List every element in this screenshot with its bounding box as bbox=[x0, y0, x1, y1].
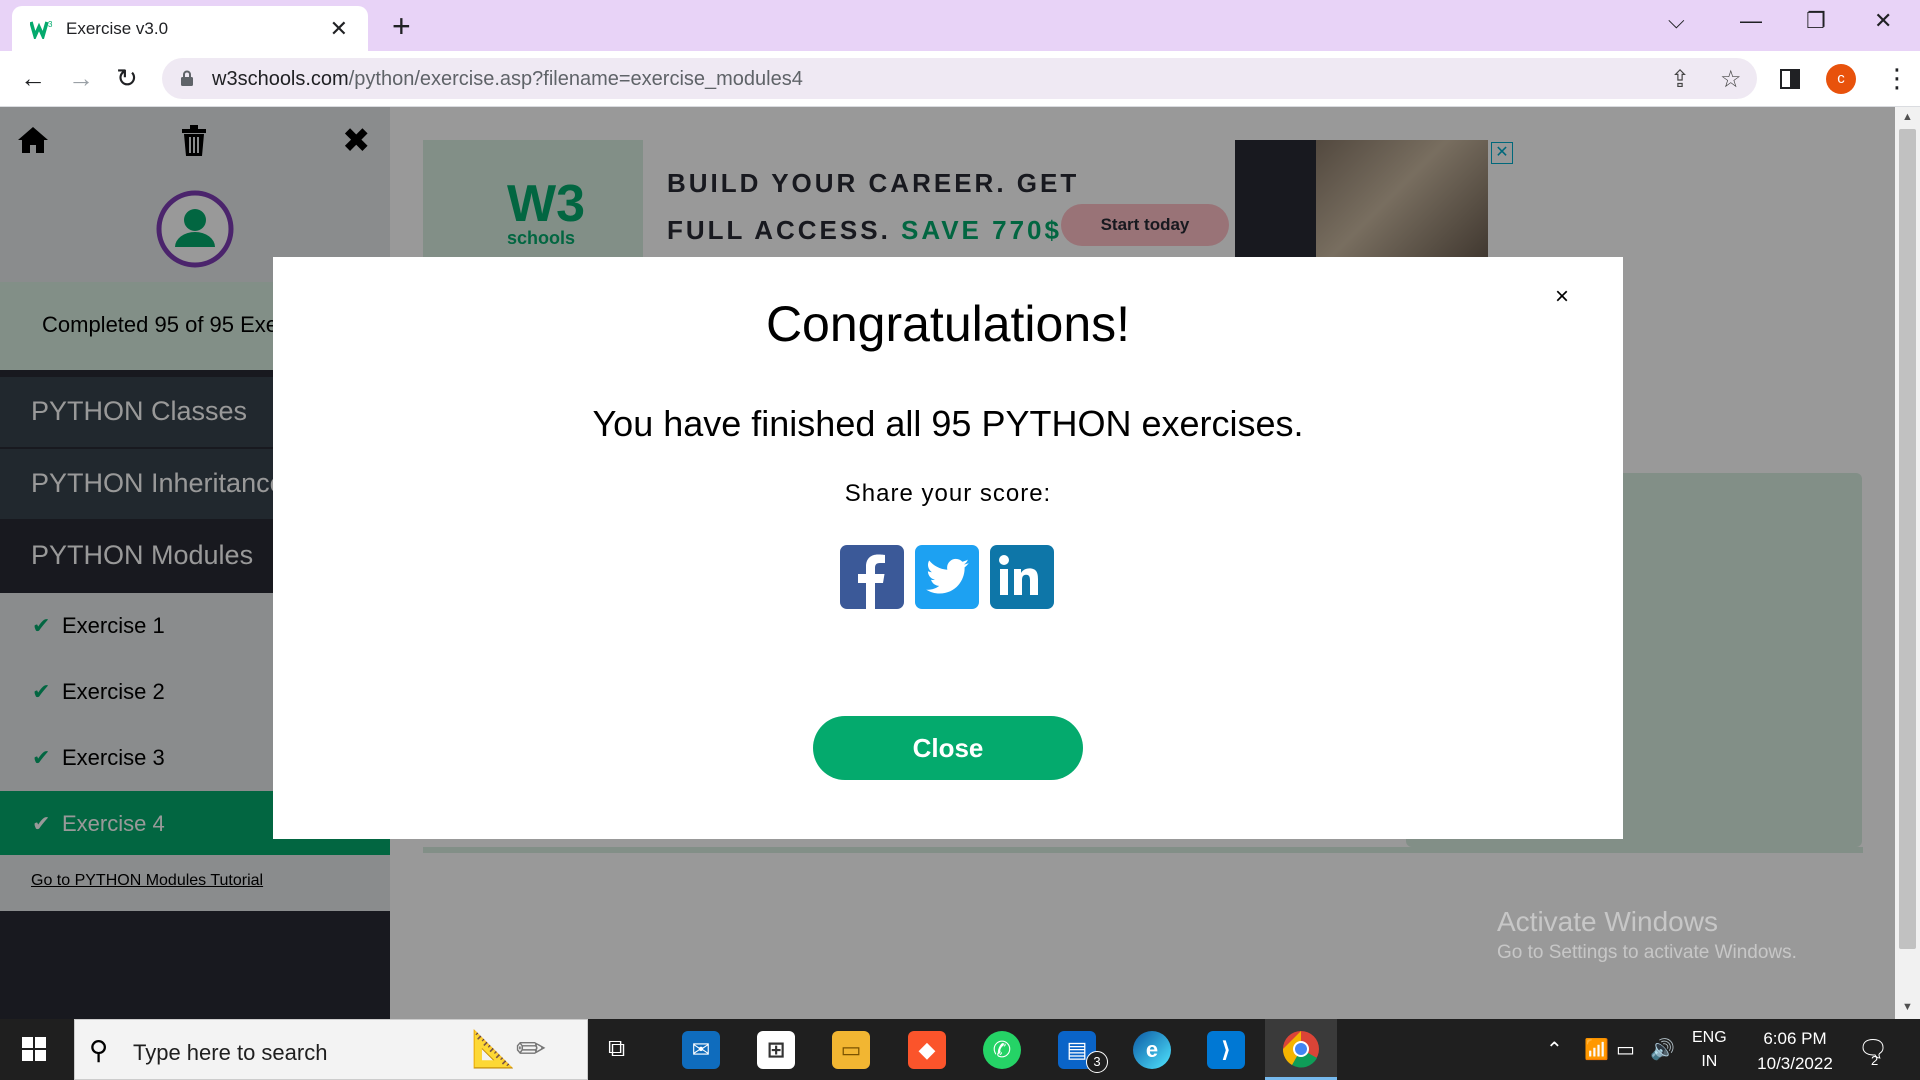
window-close-icon[interactable]: ✕ bbox=[1874, 8, 1892, 34]
scroll-down-icon[interactable]: ▼ bbox=[1902, 1001, 1913, 1013]
clock-date: 10/3/2022 bbox=[1757, 1054, 1833, 1073]
share-page-icon[interactable]: ⇪ bbox=[1670, 65, 1690, 94]
url-text[interactable]: w3schools.com/python/exercise.asp?filena… bbox=[212, 68, 803, 91]
wifi-icon[interactable]: 📶 bbox=[1584, 1037, 1609, 1062]
svg-text:3: 3 bbox=[48, 20, 53, 29]
scrollbar-thumb[interactable] bbox=[1899, 129, 1916, 949]
language-code: ENG bbox=[1692, 1029, 1727, 1046]
restore-icon[interactable]: ❐ bbox=[1806, 8, 1826, 34]
reload-icon[interactable]: ↻ bbox=[116, 63, 138, 94]
chrome-icon bbox=[1282, 1031, 1319, 1068]
whatsapp-icon[interactable]: ✆ bbox=[983, 1031, 1021, 1069]
side-panel-icon[interactable] bbox=[1779, 68, 1801, 90]
file-explorer-icon[interactable]: ▭ bbox=[832, 1031, 870, 1069]
watermark-title: Activate Windows bbox=[1497, 906, 1718, 937]
edge-browser-icon[interactable]: e bbox=[1133, 1031, 1171, 1069]
tab-close-icon[interactable]: ✕ bbox=[330, 16, 348, 42]
chrome-taskbar-active[interactable] bbox=[1265, 1019, 1337, 1080]
app-count-badge: 3 bbox=[1086, 1051, 1108, 1073]
tab-title: Exercise v3.0 bbox=[66, 19, 169, 38]
browser-tab-strip: 3 Exercise v3.0 ✕ + ⌵ — ❐ ✕ bbox=[0, 0, 1920, 51]
url-path: /python/exercise.asp?filename=exercise_m… bbox=[348, 68, 803, 90]
facebook-icon bbox=[858, 554, 885, 609]
show-hidden-icons-chevron-icon[interactable]: ⌃ bbox=[1546, 1037, 1563, 1062]
notification-count: 2 bbox=[1871, 1053, 1879, 1068]
twitter-share-button[interactable] bbox=[915, 545, 979, 609]
browser-menu-icon[interactable]: ⋮ bbox=[1884, 63, 1910, 94]
vscode-icon[interactable]: ⟩ bbox=[1207, 1031, 1245, 1069]
address-toolbar: ← → ↻ w3schools.com/python/exercise.asp?… bbox=[0, 51, 1920, 107]
congratulations-modal: × Congratulations! You have finished all… bbox=[273, 257, 1623, 839]
region-code: IN bbox=[1701, 1053, 1718, 1070]
twitter-icon bbox=[926, 558, 969, 594]
lock-icon bbox=[181, 70, 193, 86]
address-bar[interactable]: w3schools.com/python/exercise.asp?filena… bbox=[162, 58, 1757, 99]
system-clock[interactable]: 6:06 PM 10/3/2022 bbox=[1745, 1026, 1845, 1076]
search-icon: ⚲ bbox=[89, 1035, 109, 1065]
brave-browser-icon[interactable]: ◆ bbox=[908, 1031, 946, 1069]
browser-tab[interactable]: 3 Exercise v3.0 ✕ bbox=[12, 6, 368, 51]
clock-time: 6:06 PM bbox=[1763, 1029, 1827, 1048]
taskbar-search-box[interactable]: ⚲ Type here to search 📐✏ bbox=[74, 1019, 588, 1080]
tab-search-chevron-icon[interactable]: ⌵ bbox=[1668, 8, 1685, 34]
volume-icon[interactable]: 🔊 bbox=[1650, 1037, 1675, 1062]
facebook-share-button[interactable] bbox=[840, 545, 904, 609]
search-highlight-art-icon: 📐✏ bbox=[471, 1028, 546, 1069]
modal-title: Congratulations! bbox=[765, 296, 1131, 352]
search-placeholder: Type here to search bbox=[133, 1040, 328, 1065]
share-label: Share your score: bbox=[844, 480, 1052, 507]
activate-windows-watermark: Activate Windows Go to Settings to activ… bbox=[1497, 906, 1797, 964]
windows-start-icon[interactable] bbox=[22, 1037, 46, 1061]
new-tab-icon[interactable]: + bbox=[392, 8, 411, 45]
forward-icon[interactable]: → bbox=[68, 63, 94, 94]
close-button[interactable]: Close bbox=[813, 716, 1083, 780]
w3schools-favicon-icon: 3 bbox=[30, 20, 53, 39]
mail-app-icon[interactable]: ✉ bbox=[682, 1031, 720, 1069]
battery-icon[interactable]: ▭ bbox=[1616, 1037, 1635, 1062]
url-domain: w3schools.com bbox=[212, 68, 349, 90]
linkedin-share-button[interactable] bbox=[990, 545, 1054, 609]
back-icon[interactable]: ← bbox=[20, 63, 46, 94]
modal-message: You have finished all 95 PYTHON exercise… bbox=[592, 403, 1304, 444]
bookmark-star-icon[interactable]: ☆ bbox=[1720, 65, 1742, 94]
linkedin-icon bbox=[999, 555, 1038, 595]
minimize-icon[interactable]: — bbox=[1740, 8, 1762, 34]
windows-taskbar: ⚲ Type here to search 📐✏ ⧉ ✉ ⊞ ▭ ◆ ✆ ▤ 3… bbox=[0, 1019, 1920, 1080]
profile-avatar[interactable]: c bbox=[1826, 64, 1856, 94]
task-view-icon[interactable]: ⧉ bbox=[608, 1035, 625, 1063]
scroll-up-icon[interactable]: ▲ bbox=[1902, 111, 1913, 123]
language-indicator[interactable]: ENG IN bbox=[1692, 1026, 1727, 1074]
watermark-subtitle: Go to Settings to activate Windows. bbox=[1497, 942, 1797, 963]
microsoft-store-icon[interactable]: ⊞ bbox=[757, 1031, 795, 1069]
page-scrollbar[interactable]: ▲ ▼ bbox=[1895, 107, 1920, 1019]
